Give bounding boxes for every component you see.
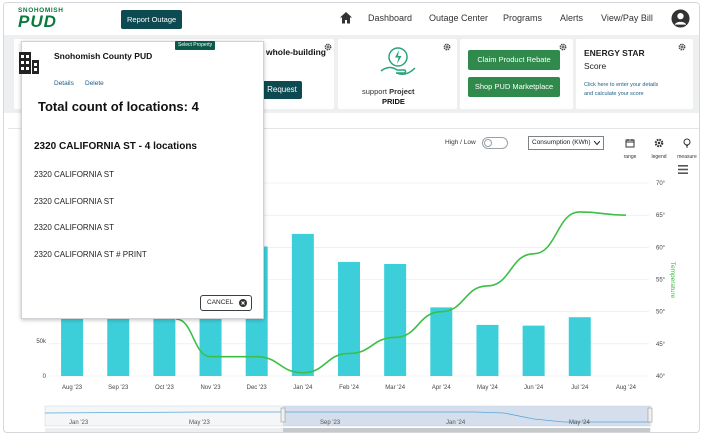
consumption-bar[interactable] <box>384 264 407 376</box>
consumption-bar[interactable] <box>476 324 499 376</box>
close-icon <box>239 299 247 307</box>
navigator-scrollbar-thumb[interactable] <box>283 428 650 432</box>
y-right-tick: 70° <box>656 181 666 187</box>
delete-link[interactable]: Delete <box>85 80 104 87</box>
consumption-bar[interactable] <box>568 317 591 376</box>
x-axis-label: Oct '23 <box>155 385 174 391</box>
consumption-bar[interactable] <box>199 319 222 376</box>
navigator-handle-left[interactable] <box>280 407 286 423</box>
x-axis-label: Mar '24 <box>385 385 405 391</box>
consumption-bar[interactable] <box>430 307 453 376</box>
select-property-tag: Select Property <box>175 41 216 50</box>
consumption-bar[interactable] <box>291 233 314 376</box>
consumption-bar[interactable] <box>61 319 84 376</box>
location-item[interactable]: 2320 CALIFORNIA ST <box>34 197 114 206</box>
x-axis-label: Nov '23 <box>200 385 221 391</box>
consumption-bar[interactable] <box>153 319 176 376</box>
x-axis-label: May '24 <box>477 385 498 391</box>
y-right-tick: 60° <box>656 245 666 251</box>
y-left-tick: 0 <box>43 374 47 380</box>
consumption-bar[interactable] <box>107 319 130 376</box>
building-icon <box>19 52 39 74</box>
navigator-label: Jan '24 <box>446 420 466 426</box>
consumption-bar[interactable] <box>338 261 360 376</box>
navigator-label: May '23 <box>189 420 210 426</box>
x-axis-label: Jun '24 <box>524 385 544 391</box>
location-group-header[interactable]: 2320 CALIFORNIA ST - 4 locations <box>34 141 197 152</box>
x-axis-label: Apr '24 <box>432 385 451 391</box>
navigator-label: Sep '23 <box>320 420 341 426</box>
x-axis-label: Sep '23 <box>108 385 129 391</box>
app-frame: SNOHOMISH PUD Report Outage Dashboard Ou… <box>3 2 700 433</box>
navigator-handle-right[interactable] <box>647 407 653 423</box>
x-axis-label: Aug '24 <box>616 385 637 391</box>
y-right-tick: 50° <box>656 310 666 316</box>
x-axis-label: Aug '23 <box>62 385 83 391</box>
select-property-popup: Select Property Snohomish County PUD Det… <box>19 41 264 319</box>
popup-org-name: Snohomish County PUD <box>54 51 153 61</box>
y-right-tick: 40° <box>656 374 666 380</box>
y-right-tick: 45° <box>656 342 666 348</box>
x-axis-label: Dec '23 <box>247 385 268 391</box>
y-right-tick: 65° <box>656 213 666 219</box>
location-item[interactable]: 2320 CALIFORNIA ST # PRINT <box>34 250 147 259</box>
location-item[interactable]: 2320 CALIFORNIA ST <box>34 223 114 232</box>
y-right-axis-label: Temperature <box>669 262 676 299</box>
details-link[interactable]: Details <box>54 80 74 87</box>
cancel-button[interactable]: CANCEL <box>200 295 252 311</box>
y-left-tick: 50k <box>36 339 47 345</box>
x-axis-label: Jan '24 <box>293 385 313 391</box>
total-locations: Total count of locations: 4 <box>38 99 199 114</box>
navigator-label: Jan '23 <box>69 420 89 426</box>
x-axis-label: Feb '24 <box>339 385 359 391</box>
x-axis-label: Jul '24 <box>571 385 589 391</box>
consumption-bar[interactable] <box>522 325 545 376</box>
cancel-button-label: CANCEL <box>207 299 234 306</box>
y-right-tick: 55° <box>656 278 666 284</box>
navigator-label: May '24 <box>569 420 590 426</box>
location-item[interactable]: 2320 CALIFORNIA ST <box>34 170 114 179</box>
